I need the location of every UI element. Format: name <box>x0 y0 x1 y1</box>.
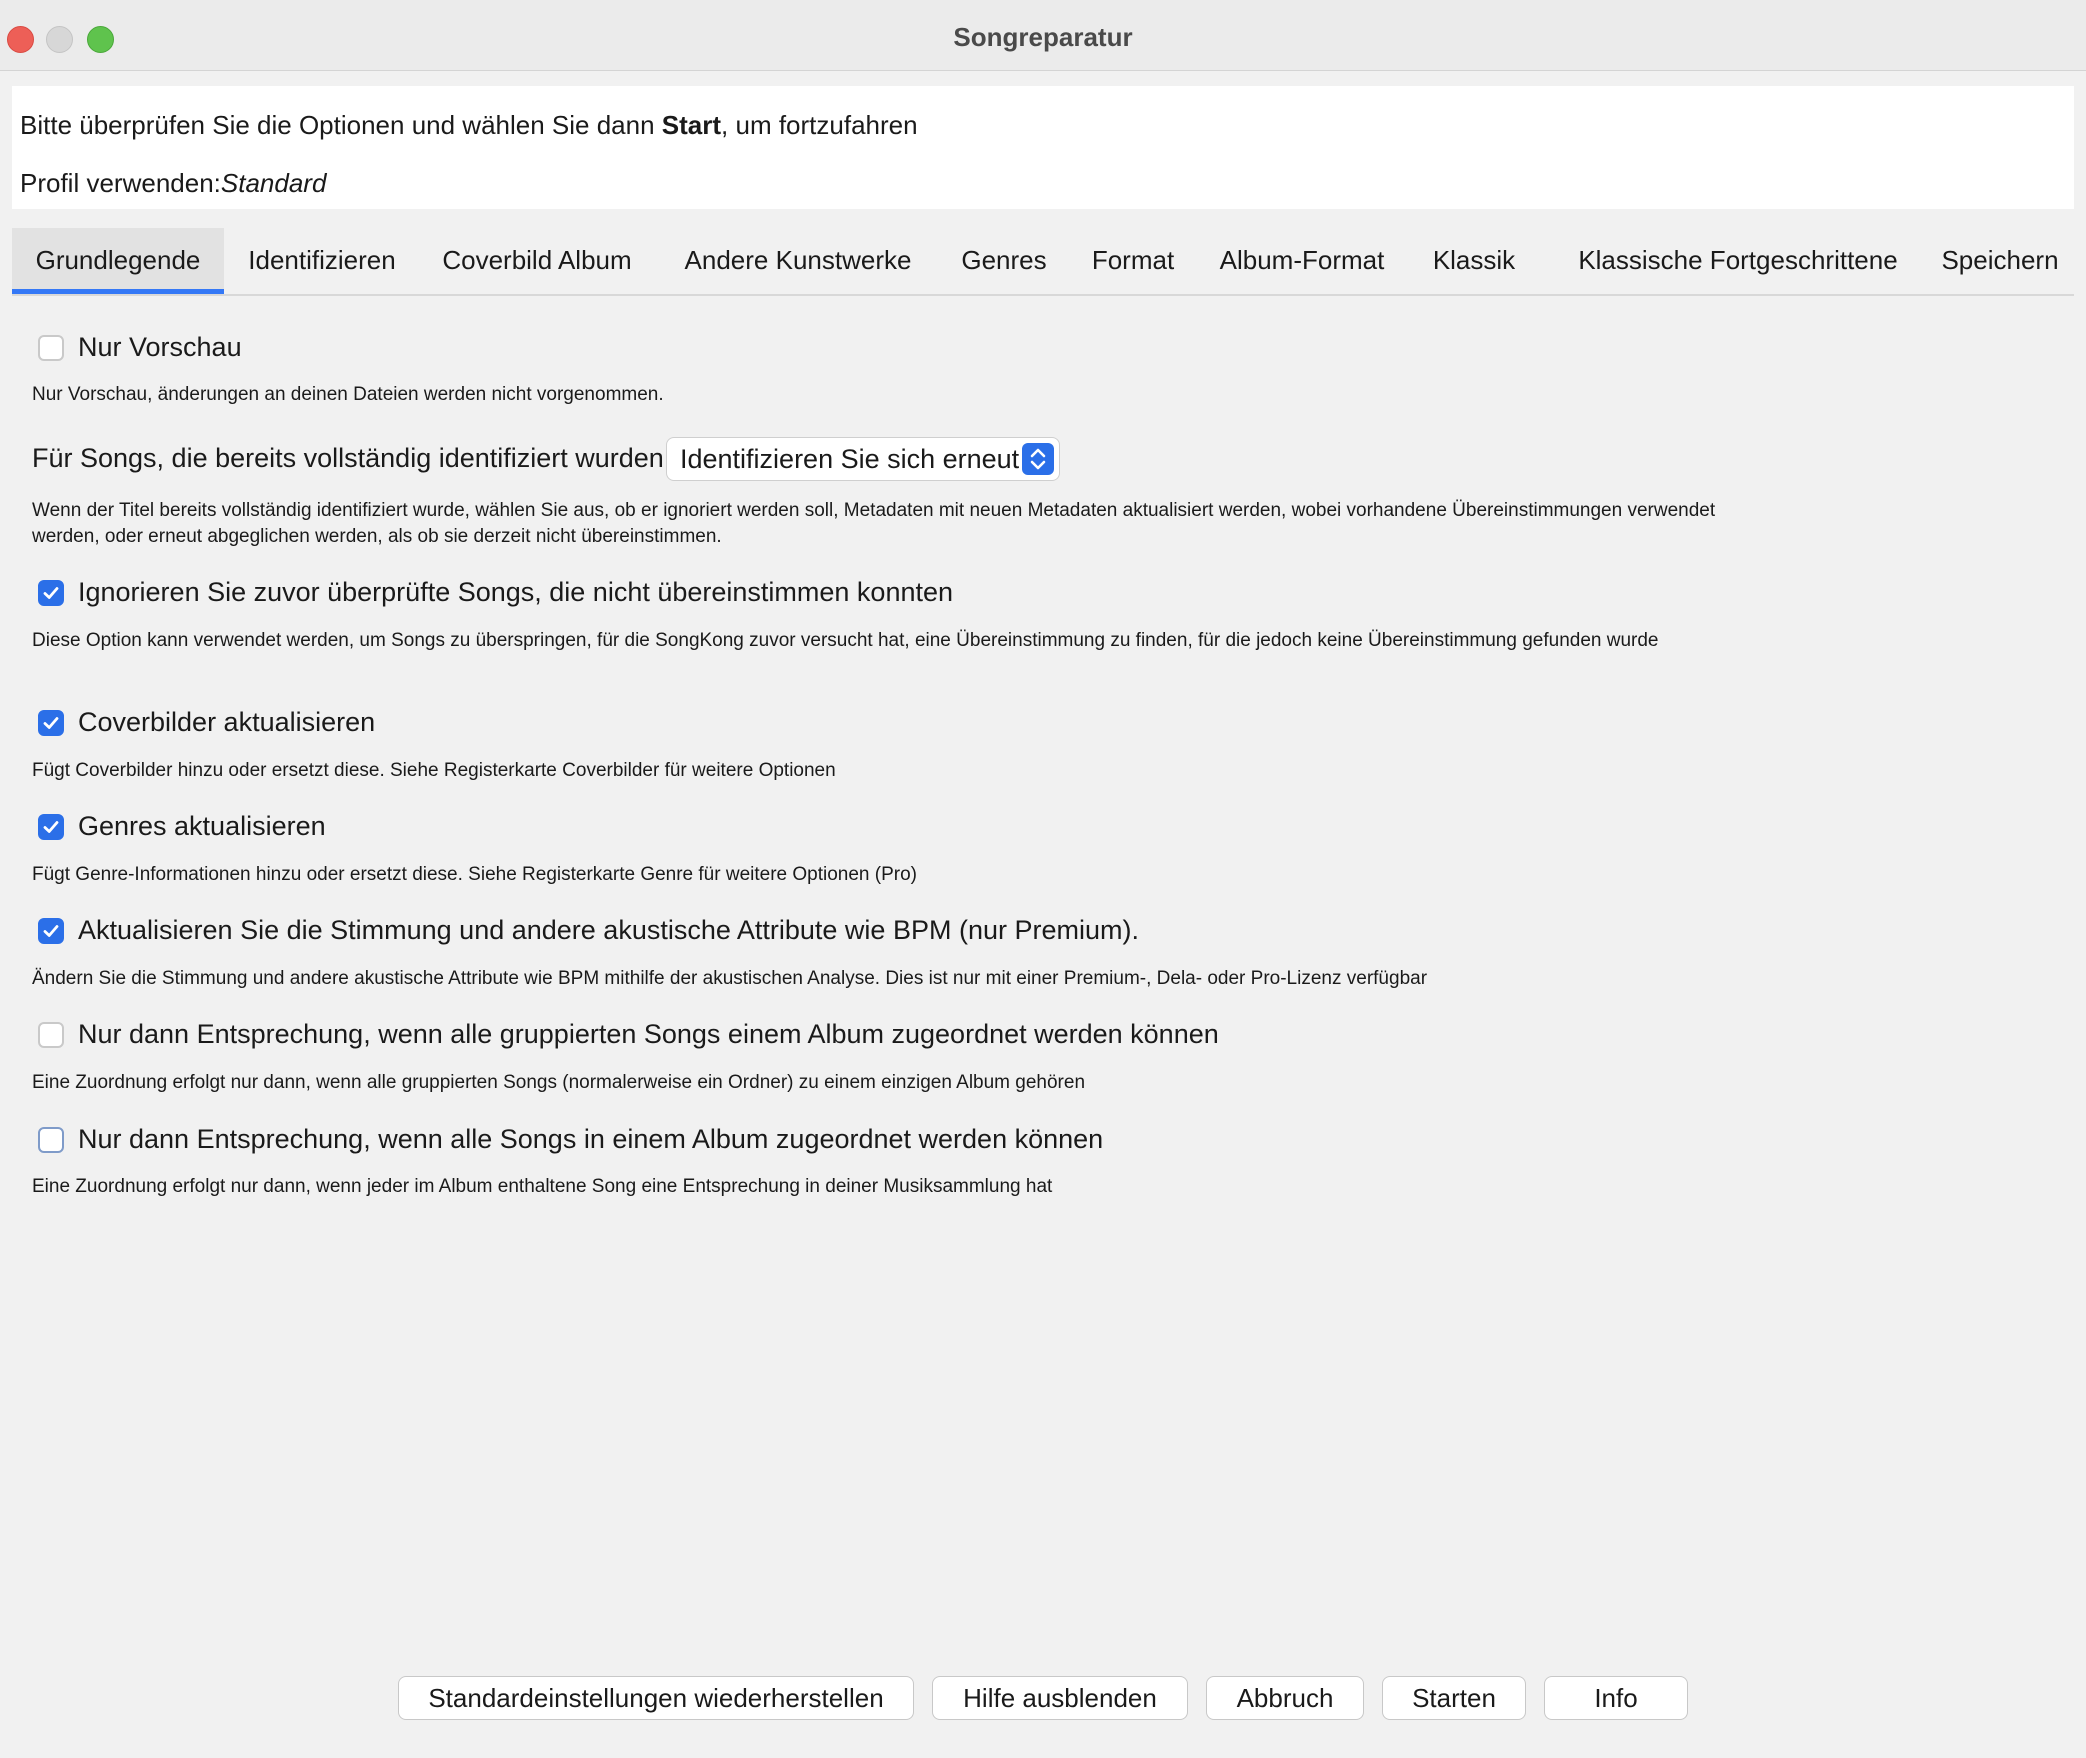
start-button[interactable]: Starten <box>1382 1676 1526 1720</box>
info-button[interactable]: Info <box>1544 1676 1688 1720</box>
profile-value: Standard <box>220 168 327 198</box>
grouped-label: Nur dann Entsprechung, wenn alle gruppie… <box>78 1019 1219 1049</box>
preview-help: Nur Vorschau, änderungen an deinen Datei… <box>32 384 664 405</box>
ignore-unmatched-label: Ignorieren Sie zuvor überprüfte Songs, d… <box>78 577 954 607</box>
grouped-help: Eine Zuordnung erfolgt nur dann, wenn al… <box>32 1072 1086 1093</box>
chevron-up-down-icon <box>1022 443 1054 475</box>
songreparatur-window: Songreparatur Bitte überprüfen Sie die O… <box>0 0 2086 1758</box>
tab-andere-kunstwerke[interactable]: Andere Kunstwerke <box>666 228 930 292</box>
ignore-unmatched-checkbox[interactable] <box>38 580 64 606</box>
identified-songs-select[interactable]: Identifizieren Sie sich erneut <box>666 437 1060 481</box>
checkmark-icon <box>43 821 59 833</box>
cancel-button[interactable]: Abbruch <box>1206 1676 1364 1720</box>
header-panel: Bitte überprüfen Sie die Optionen und wä… <box>12 86 2074 209</box>
genres-checkbox[interactable] <box>38 814 64 840</box>
window-title: Songreparatur <box>953 22 1133 52</box>
tab-coverbild-album[interactable]: Coverbild Album <box>430 228 644 292</box>
restore-defaults-button[interactable]: Standardeinstellungen wiederherstellen <box>398 1676 914 1720</box>
identified-songs-help: Wenn der Titel bereits vollständig ident… <box>32 500 1716 547</box>
tab-speichern[interactable]: Speichern <box>1930 228 2070 292</box>
all-songs-help: Eine Zuordnung erfolgt nur dann, wenn je… <box>32 1176 1053 1197</box>
identified-songs-label: Für Songs, die bereits vollständig ident… <box>32 443 664 473</box>
profile-line: Profil verwenden:Standard <box>20 168 326 199</box>
tab-album-format[interactable]: Album-Format <box>1208 228 1396 292</box>
tab-format[interactable]: Format <box>1078 228 1188 292</box>
genres-help: Fügt Genre-Informationen hinzu oder erse… <box>32 864 917 885</box>
tab-bar: Grundlegende Identifizieren Coverbild Al… <box>12 228 2074 296</box>
ignore-unmatched-help: Diese Option kann verwendet werden, um S… <box>32 630 1659 651</box>
all-songs-label: Nur dann Entsprechung, wenn alle Songs i… <box>78 1124 1104 1154</box>
preview-checkbox[interactable] <box>38 335 64 361</box>
identified-songs-value: Identifizieren Sie sich erneut <box>680 444 1020 474</box>
preview-label: Nur Vorschau <box>78 332 242 362</box>
intro-text: Bitte überprüfen Sie die Optionen und wä… <box>20 110 918 141</box>
intro-bold: Start <box>661 110 722 140</box>
mood-checkbox[interactable] <box>38 918 64 944</box>
mood-help: Ändern Sie die Stimmung und andere akust… <box>32 968 1428 989</box>
tab-genres[interactable]: Genres <box>952 228 1056 292</box>
tab-klassik[interactable]: Klassik <box>1418 228 1530 292</box>
tab-grundlegende[interactable]: Grundlegende <box>12 228 224 294</box>
cover-checkbox[interactable] <box>38 710 64 736</box>
genres-label: Genres aktualisieren <box>78 811 326 841</box>
hide-help-button[interactable]: Hilfe ausblenden <box>932 1676 1188 1720</box>
checkmark-icon <box>43 587 59 599</box>
checkmark-icon <box>43 925 59 937</box>
grouped-checkbox[interactable] <box>38 1022 64 1048</box>
tab-identifizieren[interactable]: Identifizieren <box>234 228 410 292</box>
cover-label: Coverbilder aktualisieren <box>78 707 376 737</box>
intro-suffix: , um fortzufahren <box>721 110 918 140</box>
cover-help: Fügt Coverbilder hinzu oder ersetzt dies… <box>32 760 836 781</box>
profile-label: Profil verwenden: <box>20 168 221 198</box>
checkmark-icon <box>43 717 59 729</box>
all-songs-checkbox[interactable] <box>38 1127 64 1153</box>
title-bar: Songreparatur <box>0 0 2086 71</box>
intro-prefix: Bitte überprüfen Sie die Optionen und wä… <box>20 110 662 140</box>
mood-label: Aktualisieren Sie die Stimmung und ander… <box>78 915 1139 945</box>
tab-klassische-fortgeschrittene[interactable]: Klassische Fortgeschrittene <box>1552 228 1924 292</box>
